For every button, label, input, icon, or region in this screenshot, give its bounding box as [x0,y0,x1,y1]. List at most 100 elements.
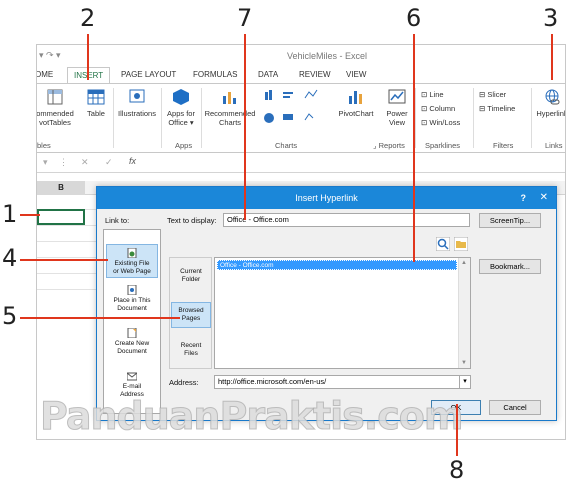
sparkline-column-label: Column [429,104,456,113]
sparkline-column-button[interactable]: ⊡ Column [421,104,455,113]
callout-line-3 [551,34,553,80]
timeline-button[interactable]: ⊟ Timeline [479,104,515,113]
scroll-down-icon[interactable]: ▼ [461,360,467,366]
title-bar: ▾ ↷ ▾ VehicleMiles - Excel [37,45,565,67]
pivotchart-label: PivotChart [338,109,374,118]
chart-types-gallery[interactable] [263,88,327,128]
tab-review[interactable]: REVIEW [299,70,331,79]
power-view-button[interactable]: Power View [383,88,411,127]
address-value: http://office.microsoft.com/en-us/ [218,377,327,386]
tab-data[interactable]: DATA [258,70,278,79]
group-charts-label: Charts [275,141,298,150]
power-view-label: Power View [386,109,408,127]
callout-4: 4 [2,244,18,272]
look-in-panel: Current Folder Browsed Pages Recent File… [169,257,212,369]
hyperlink-button[interactable]: Hyperlink [535,88,566,118]
sparkline-line-button[interactable]: ⊡ Line [421,90,444,99]
formula-bar: ▾ ⋮ ✕ ✓ fx [37,153,565,173]
watermark: PanduanPraktis.com [39,394,463,439]
table-label: Table [87,109,105,118]
text-to-display-input[interactable]: Office - Office.com [223,213,470,227]
callout-line-2 [87,34,89,80]
tab-view[interactable]: VIEW [346,70,366,79]
illustrations-icon [129,89,145,103]
sparkline-winloss-label: Win/Loss [429,118,461,127]
browsed-pages-list[interactable]: Office - Office.com ▲ ▼ [214,257,471,369]
chart-types-icon [264,89,318,123]
group-apps-label: Apps [175,141,193,150]
hyperlink-label: Hyperlink [536,109,566,118]
new-document-icon [127,328,137,338]
slicer-label: Slicer [487,90,507,99]
browse-file-icon[interactable] [454,237,468,251]
apps-for-office-label: Apps for Office ▾ [167,109,195,127]
link-to-label: Link to: [105,216,130,225]
browse-web-icon[interactable] [436,237,450,251]
address-dropdown-icon[interactable]: ▾ [459,376,470,388]
pivotchart-icon [349,91,362,104]
callout-8: 8 [449,456,465,484]
store-icon [173,89,189,105]
slicer-button[interactable]: ⊟ Slicer [479,90,506,99]
browsed-pages-item[interactable]: Browsed Pages [171,302,211,328]
recommended-pivottables-button[interactable]: ommended votTables [37,88,75,127]
sparkline-winloss-button[interactable]: ⊡ Win/Loss [421,118,460,127]
link-existing-file[interactable]: Existing File or Web Page [106,244,158,278]
link-existing-file-label: Existing File or Web Page [113,260,151,275]
list-item-selected[interactable]: Office - Office.com [217,260,457,270]
illustrations-label: Illustrations [118,109,156,118]
callout-5: 5 [2,302,18,330]
link-place-in-document[interactable]: Place in This Document [106,282,158,314]
name-box-dropdown-icon[interactable]: ▾ [43,157,48,168]
close-icon[interactable]: ✕ [540,187,548,209]
address-input[interactable]: http://office.microsoft.com/en-us/ ▾ [214,375,471,389]
recent-files-item[interactable]: Recent Files [171,338,211,362]
tab-formulas[interactable]: FORMULAS [193,70,237,79]
illustrations-button[interactable]: Illustrations [115,88,159,118]
hyperlink-icon [545,89,560,105]
table-button[interactable]: Table [83,88,109,118]
text-to-display-label: Text to display: [167,216,217,225]
sparkline-line-label: Line [429,90,444,99]
screentip-button[interactable]: ScreenTip... [479,213,541,228]
recommended-charts-icon [223,92,236,104]
enter-icon[interactable]: ✓ [105,157,113,168]
tab-page-layout[interactable]: PAGE LAYOUT [121,70,176,79]
scroll-up-icon[interactable]: ▲ [461,260,467,266]
callout-7: 7 [237,4,253,32]
help-icon[interactable]: ? [521,187,527,209]
power-view-icon [388,89,406,104]
more-icon: ⋮ [59,157,68,167]
callout-line-8 [456,404,458,456]
callout-2: 2 [80,4,96,32]
recommended-charts-button[interactable]: Recommended Charts [203,88,257,127]
apps-for-office-button[interactable]: Apps for Office ▾ [163,88,199,127]
list-scrollbar[interactable]: ▲ ▼ [458,258,470,368]
callout-line-6 [413,34,415,262]
email-icon [127,372,137,381]
window-title: VehicleMiles - Excel [287,51,368,61]
link-place-label: Place in This Document [113,297,151,312]
group-filters-label: Filters [493,141,514,150]
column-b-header[interactable]: B [37,181,85,195]
quick-access-toolbar[interactable]: ▾ ↷ ▾ [39,50,61,61]
current-folder-item[interactable]: Current Folder [171,264,211,288]
web-page-icon [127,248,137,258]
callout-line-1 [20,214,40,216]
ribbon: ommended votTables Table Illustrations A… [37,83,565,153]
bookmark-button[interactable]: Bookmark... [479,259,541,274]
link-create-new-document[interactable]: Create New Document [106,325,158,357]
tab-home[interactable]: OME [37,70,53,79]
reports-label: Reports [378,141,405,150]
link-to-panel: Existing File or Web Page Place in This … [103,229,161,414]
selected-cell[interactable] [37,209,85,225]
cancel-button[interactable]: Cancel [489,400,541,415]
dialog-title: Insert Hyperlink [97,187,556,209]
timeline-icon: ⊟ [479,104,488,113]
cancel-icon[interactable]: ✕ [81,157,89,168]
pivotchart-button[interactable]: PivotChart [333,88,379,118]
recommended-charts-label: Recommended Charts [204,109,256,127]
group-sparklines-label: Sparklines [425,141,461,150]
insert-function-icon[interactable]: fx [129,156,136,166]
group-links-label: Links [545,141,563,150]
